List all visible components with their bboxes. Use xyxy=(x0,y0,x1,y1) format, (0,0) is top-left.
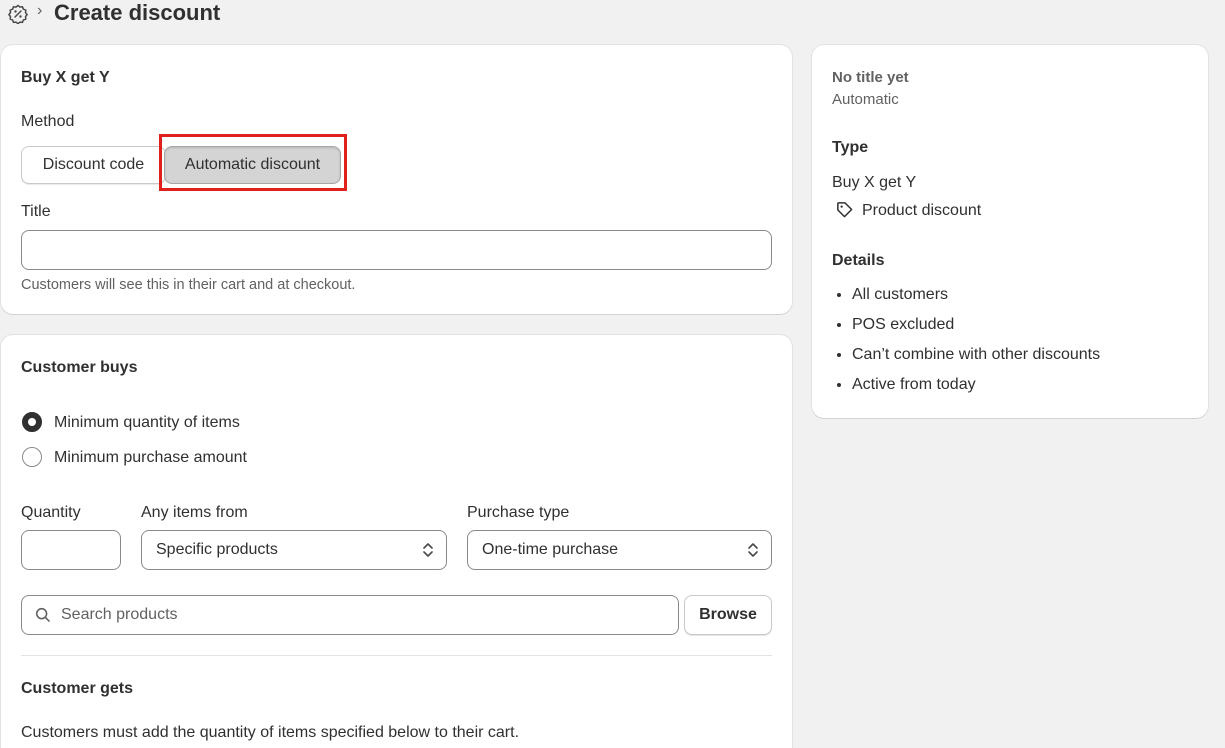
card-heading: Buy X get Y xyxy=(21,69,110,86)
select-arrows-icon xyxy=(748,543,758,557)
method-label: Method xyxy=(21,113,75,130)
customer-buys-heading: Customer buys xyxy=(21,359,138,376)
details-list: All customers POS excluded Can’t combine… xyxy=(832,284,1100,404)
breadcrumb-chevron-icon: › xyxy=(37,2,43,19)
discount-code-option[interactable]: Discount code xyxy=(21,146,166,184)
details-heading: Details xyxy=(832,252,885,269)
customer-gets-help: Customers must add the quantity of items… xyxy=(21,724,520,741)
type-value: Buy X get Y xyxy=(832,174,917,191)
summary-card: No title yet Automatic Type Buy X get Y … xyxy=(812,45,1208,418)
customer-gets-heading: Customer gets xyxy=(21,680,134,697)
type-detail: Product discount xyxy=(862,202,982,219)
min-purchase-radio[interactable] xyxy=(22,447,42,467)
list-item: POS excluded xyxy=(852,314,1100,344)
customer-buys-card: Customer buys Minimum quantity of items … xyxy=(1,335,792,748)
purchase-type-value: One-time purchase xyxy=(482,541,619,558)
summary-subtitle: Automatic xyxy=(832,91,899,108)
min-purchase-label[interactable]: Minimum purchase amount xyxy=(54,449,247,467)
tag-icon xyxy=(837,202,853,218)
min-quantity-radio[interactable] xyxy=(22,412,42,432)
selection-highlight xyxy=(159,134,347,191)
purchase-type-label: Purchase type xyxy=(467,504,570,521)
min-quantity-label[interactable]: Minimum quantity of items xyxy=(54,414,240,432)
title-input[interactable] xyxy=(21,230,772,270)
title-help-text: Customers will see this in their cart an… xyxy=(21,277,356,293)
title-label: Title xyxy=(21,203,51,220)
method-card: Buy X get Y Method Discount code Automat… xyxy=(1,45,792,314)
summary-title: No title yet xyxy=(832,69,909,86)
items-from-label: Any items from xyxy=(141,504,248,521)
list-item: All customers xyxy=(852,284,1100,314)
search-products-input[interactable]: Search products xyxy=(21,595,679,635)
list-item: Can’t combine with other discounts xyxy=(852,344,1100,374)
items-from-value: Specific products xyxy=(156,541,278,558)
browse-button[interactable]: Browse xyxy=(684,595,772,635)
section-divider xyxy=(21,655,772,656)
purchase-type-select[interactable]: One-time purchase xyxy=(467,530,772,570)
type-heading: Type xyxy=(832,139,869,156)
search-placeholder: Search products xyxy=(61,606,178,623)
list-item: Active from today xyxy=(852,374,1100,404)
create-discount-page: › Create discount Buy X get Y Method Dis… xyxy=(0,0,1225,748)
page-title: Create discount xyxy=(54,0,221,25)
items-from-select[interactable]: Specific products xyxy=(141,530,447,570)
search-icon xyxy=(35,607,50,622)
discount-icon[interactable] xyxy=(8,4,28,24)
select-arrows-icon xyxy=(423,543,433,557)
quantity-label: Quantity xyxy=(21,504,81,521)
quantity-input[interactable] xyxy=(21,530,121,570)
